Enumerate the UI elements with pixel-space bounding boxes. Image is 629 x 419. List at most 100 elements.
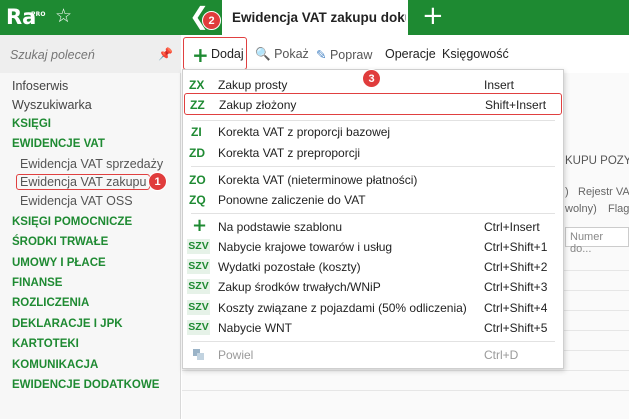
new-tab-plus-icon[interactable]: + bbox=[422, 2, 444, 30]
template-badge: SZV bbox=[187, 279, 210, 294]
menu-item-label: Korekta VAT (nieterminowe płatności) bbox=[218, 173, 418, 187]
menu-item-label: Nabycie krajowe towarów i usług bbox=[218, 240, 393, 254]
menu-separator bbox=[191, 213, 555, 214]
sidebar-item-vat-zakupu[interactable]: Ewidencja VAT zakupu bbox=[16, 174, 151, 190]
menu-separator bbox=[191, 166, 555, 167]
top-bar: Ra PRO ☆ ❮ Ewidencja VAT zakupu dokument… bbox=[0, 0, 629, 35]
step-badge-1: 1 bbox=[148, 172, 167, 191]
menu-item-label: Zakup prosty bbox=[218, 78, 288, 92]
tab-title: Ewidencja VAT zakupu dokumenty bbox=[232, 10, 406, 25]
sidebar-item-umowy-place[interactable]: UMOWY I PŁACE bbox=[12, 257, 106, 269]
magnifier-icon: 🔍 bbox=[255, 47, 271, 61]
logo-pro-badge: PRO bbox=[31, 11, 46, 18]
menu-item-label: Na podstawie szablonu bbox=[218, 220, 343, 234]
menu-item-szablon-srodki-trwale[interactable]: SZV Zakup środków trwałych/WNiP Ctrl+Shi… bbox=[183, 277, 563, 297]
sidebar-item-finanse[interactable]: FINANSE bbox=[12, 277, 62, 289]
edit-button-label: Popraw bbox=[329, 48, 373, 62]
menu-item-label: Koszty związane z pojazdami (50% odlicze… bbox=[218, 301, 467, 315]
menu-item-korekta-preproporcji[interactable]: ZD Korekta VAT z preproporcji bbox=[183, 143, 563, 163]
menu-item-ponowne-zaliczenie[interactable]: ZQ Ponowne zaliczenie do VAT bbox=[183, 190, 563, 210]
menu-item-szablon-wydatki[interactable]: SZV Wydatki pozostałe (koszty) Ctrl+Shif… bbox=[183, 257, 563, 277]
menu-item-na-podstawie-szablonu[interactable]: + Na podstawie szablonu Ctrl+Insert bbox=[183, 216, 563, 237]
filter-flag[interactable]: Flag bbox=[608, 203, 629, 215]
filter-dowolny: wolny) bbox=[565, 203, 597, 215]
show-button[interactable]: 🔍 Pokaż bbox=[255, 47, 309, 62]
menu-item-zakup-zlozony[interactable]: ZZ Zakup złożony Shift+Insert bbox=[184, 93, 562, 115]
menu-item-powiel[interactable]: Powiel Ctrl+D bbox=[183, 345, 563, 365]
sidebar-item-srodki-trwale[interactable]: ŚRODKI TRWAŁE bbox=[12, 236, 108, 248]
menu-item-label: Korekta VAT z proporcji bazowej bbox=[218, 125, 391, 139]
template-badge: SZV bbox=[187, 259, 210, 274]
sidebar-search: 📌 bbox=[0, 35, 181, 73]
sidebar-item-vat-oss[interactable]: Ewidencja VAT OSS bbox=[20, 194, 133, 208]
sidebar-item-ewidencje-vat[interactable]: EWIDENCJE VAT bbox=[12, 138, 105, 150]
number-filter-input[interactable]: Numer do... bbox=[565, 227, 629, 255]
menu-item-szablon-pojazdy[interactable]: SZV Koszty związane z pojazdami (50% odl… bbox=[183, 298, 563, 318]
menu-item-code: ZZ bbox=[190, 98, 205, 112]
menu-separator bbox=[191, 341, 555, 342]
sidebar-item-ewidencje-dodatkowe[interactable]: EWIDENCJE DODATKOWE bbox=[12, 379, 159, 391]
menu-item-label: Wydatki pozostałe (koszty) bbox=[218, 260, 361, 274]
sidebar-item-komunikacja[interactable]: KOMUNIKACJA bbox=[12, 359, 98, 371]
duplicate-icon bbox=[193, 349, 205, 361]
add-dropdown-menu: ZX Zakup prosty Insert ZZ Zakup złożony … bbox=[182, 69, 564, 369]
sidebar-item-kartoteki[interactable]: KARTOTEKI bbox=[12, 338, 79, 350]
menu-item-code: ZI bbox=[191, 125, 202, 139]
filter-paren: ) bbox=[565, 186, 569, 198]
add-button[interactable]: + Dodaj bbox=[183, 37, 247, 70]
add-button-label: Dodaj bbox=[211, 47, 244, 61]
menu-item-label: Nabycie WNT bbox=[218, 321, 293, 335]
menu-item-shortcut: Shift+Insert bbox=[485, 98, 547, 112]
edit-button[interactable]: ✎ Popraw bbox=[316, 47, 372, 62]
menu-item-shortcut: Ctrl+Shift+4 bbox=[484, 301, 548, 315]
sidebar-item-ksiegi-pomocnicze[interactable]: KSIĘGI POMOCNICZE bbox=[12, 216, 132, 228]
operations-button[interactable]: Operacje bbox=[385, 47, 436, 61]
plus-icon: + bbox=[192, 43, 209, 67]
step-badge-3: 3 bbox=[362, 69, 381, 88]
search-input[interactable] bbox=[10, 47, 150, 63]
accounting-button[interactable]: Księgowość bbox=[442, 47, 509, 61]
filter-rejestr[interactable]: Rejestr VA bbox=[578, 186, 629, 198]
menu-item-korekta-bazowa[interactable]: ZI Korekta VAT z proporcji bazowej bbox=[183, 122, 563, 142]
menu-item-label: Ponowne zaliczenie do VAT bbox=[218, 193, 366, 207]
sidebar-item-vat-sprzedazy[interactable]: Ewidencja VAT sprzedaży bbox=[20, 157, 163, 171]
menu-item-code: ZD bbox=[189, 146, 205, 160]
menu-item-shortcut: Ctrl+Shift+1 bbox=[484, 240, 548, 254]
menu-item-code: ZO bbox=[189, 173, 206, 187]
menu-item-shortcut: Ctrl+Shift+3 bbox=[484, 280, 548, 294]
sidebar-item-ksiegi[interactable]: KSIĘGI bbox=[12, 118, 51, 130]
menu-item-label: Zakup środków trwałych/WNiP bbox=[218, 280, 381, 294]
grid-line bbox=[182, 370, 629, 371]
grid-line bbox=[182, 390, 629, 391]
menu-separator bbox=[191, 120, 555, 121]
sidebar-item-deklaracje-jpk[interactable]: DEKLARACJE I JPK bbox=[12, 318, 123, 330]
favorites-star-icon[interactable]: ☆ bbox=[55, 6, 72, 28]
menu-item-label: Powiel bbox=[218, 348, 254, 362]
sidebar-item-infoserwis[interactable]: Infoserwis bbox=[12, 79, 68, 93]
menu-item-korekta-nieterminowe[interactable]: ZO Korekta VAT (nieterminowe płatności) bbox=[183, 170, 563, 190]
menu-item-shortcut: Ctrl+Shift+2 bbox=[484, 260, 548, 274]
pencil-icon: ✎ bbox=[316, 48, 327, 62]
menu-item-shortcut: Insert bbox=[484, 78, 515, 92]
tab-active-document[interactable]: Ewidencja VAT zakupu dokumenty bbox=[222, 0, 408, 35]
template-badge: SZV bbox=[187, 239, 210, 254]
template-badge: SZV bbox=[187, 300, 210, 315]
menu-item-shortcut: Ctrl+Insert bbox=[484, 220, 540, 234]
step-badge-2: 2 bbox=[202, 11, 221, 30]
toolbar: + Dodaj 🔍 Pokaż ✎ Popraw Operacje Księgo… bbox=[182, 35, 629, 73]
template-badge: SZV bbox=[187, 320, 210, 335]
menu-item-code: ZX bbox=[189, 78, 205, 92]
list-title-fragment: KUPU POZY bbox=[565, 155, 629, 167]
menu-item-szablon-wnt[interactable]: SZV Nabycie WNT Ctrl+Shift+5 bbox=[183, 318, 563, 338]
pin-icon[interactable]: 📌 bbox=[158, 47, 173, 61]
sidebar-item-wyszukiwarka[interactable]: Wyszukiwarka bbox=[12, 98, 92, 112]
menu-item-code: ZQ bbox=[189, 193, 206, 207]
menu-item-szablon-nabycie-krajowe[interactable]: SZV Nabycie krajowe towarów i usług Ctrl… bbox=[183, 237, 563, 257]
app-logo[interactable]: Ra PRO bbox=[6, 4, 46, 31]
show-button-label: Pokaż bbox=[274, 47, 309, 61]
menu-item-label: Korekta VAT z preproporcji bbox=[218, 146, 361, 160]
menu-item-shortcut: Ctrl+Shift+5 bbox=[484, 321, 548, 335]
menu-item-shortcut: Ctrl+D bbox=[484, 348, 519, 362]
menu-item-label: Zakup złożony bbox=[219, 98, 297, 112]
sidebar-item-rozliczenia[interactable]: ROZLICZENIA bbox=[12, 297, 89, 309]
